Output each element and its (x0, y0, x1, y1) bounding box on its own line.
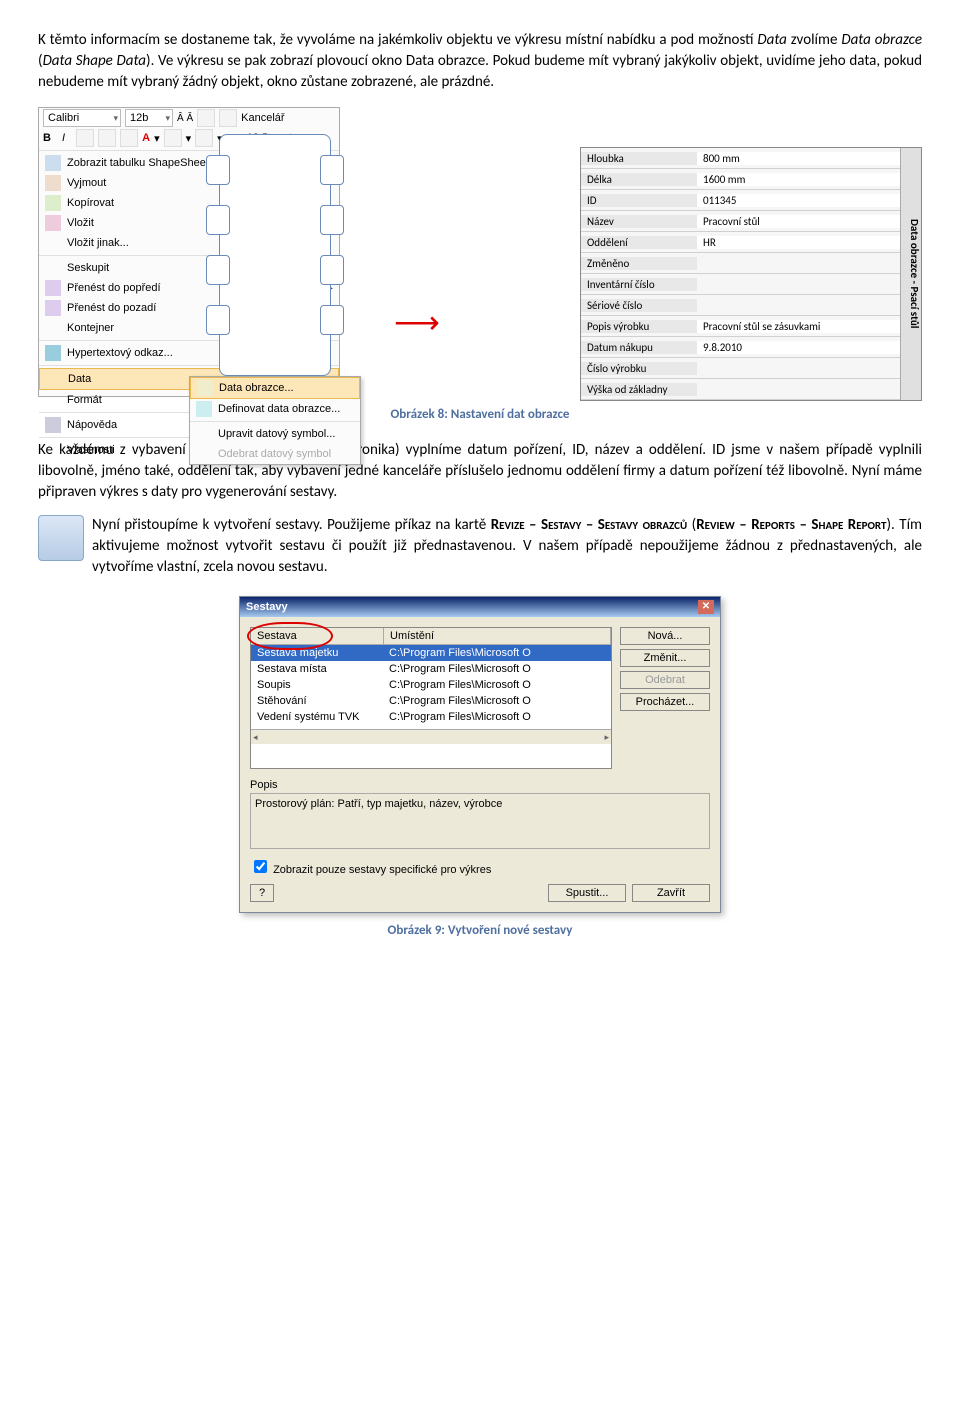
sub-data-obrazce[interactable]: Data obrazce... (190, 377, 360, 399)
pane-title: Data obrazce - Psací stůl (900, 148, 921, 400)
close-icon[interactable]: ✕ (698, 600, 714, 614)
report-icon (38, 515, 84, 561)
table-row[interactable]: Vedení systému TVKC:\Program Files\Micro… (251, 709, 611, 725)
h-scrollbar[interactable]: ◂▸ (251, 729, 611, 744)
figure-8: Calibri 12b Â Ǎ Kancelář B I A▾ ▾ ▾ 18… (38, 107, 922, 397)
help-button[interactable]: ? (250, 884, 274, 902)
run-button[interactable]: Spustit... (548, 884, 626, 902)
data-grid: Hloubka800 mm Délka1600 mm ID011345 Náze… (581, 148, 900, 400)
table-row[interactable]: SoupisC:\Program Files\Microsoft O (251, 677, 611, 693)
table-row[interactable]: Sestava místaC:\Program Files\Microsoft … (251, 661, 611, 677)
size-select[interactable]: 12b (125, 109, 173, 127)
submenu-data: Data obrazce... Definovat data obrazce..… (189, 376, 361, 465)
desk-shape (219, 134, 331, 376)
dialog-title: Sestavy (246, 601, 288, 613)
arrow-icon: ⟶ (394, 307, 440, 339)
sub-edit-symbol[interactable]: Upravit datový symbol... (190, 424, 360, 444)
specific-checkbox[interactable] (254, 860, 267, 873)
caption-9: Obrázek 9: Vytvoření nové sestavy (38, 923, 922, 938)
change-button[interactable]: Změnit... (620, 649, 710, 667)
desc-box: Prostorový plán: Patří, typ majetku, náz… (250, 793, 710, 849)
close-button[interactable]: Zavřít (632, 884, 710, 902)
table-row[interactable]: StěhováníC:\Program Files\Microsoft O (251, 693, 611, 709)
new-button[interactable]: Nová... (620, 627, 710, 645)
shape-data-pane: Hloubka800 mm Délka1600 mm ID011345 Náze… (580, 147, 922, 401)
remove-button[interactable]: Odebrat (620, 671, 710, 689)
font-select[interactable]: Calibri (43, 109, 121, 127)
dialog-titlebar: Sestavy ✕ (240, 597, 720, 617)
btn-a[interactable] (197, 109, 215, 127)
sub-remove-symbol[interactable]: Odebrat datový symbol (190, 444, 360, 464)
paragraph-3: Nyní přistoupíme k vytvoření sestavy. Po… (38, 515, 922, 578)
paragraph-1: K těmto informacím se dostaneme tak, že … (38, 30, 922, 93)
btn-b[interactable] (219, 109, 237, 127)
reports-table[interactable]: Sestava Umístění Sestava majetkuC:\Progr… (250, 627, 612, 769)
desc-label: Popis (250, 779, 710, 791)
checkbox-row[interactable]: Zobrazit pouze sestavy specifické pro vý… (250, 857, 710, 876)
context-menu: Calibri 12b Â Ǎ Kancelář B I A▾ ▾ ▾ 18… (38, 107, 340, 397)
table-row[interactable]: Sestava majetkuC:\Program Files\Microsof… (251, 645, 611, 661)
sub-define[interactable]: Definovat data obrazce... (190, 399, 360, 419)
reports-dialog: Sestavy ✕ Sestava Umístění Sestava majet… (239, 596, 721, 913)
browse-button[interactable]: Procházet... (620, 693, 710, 711)
